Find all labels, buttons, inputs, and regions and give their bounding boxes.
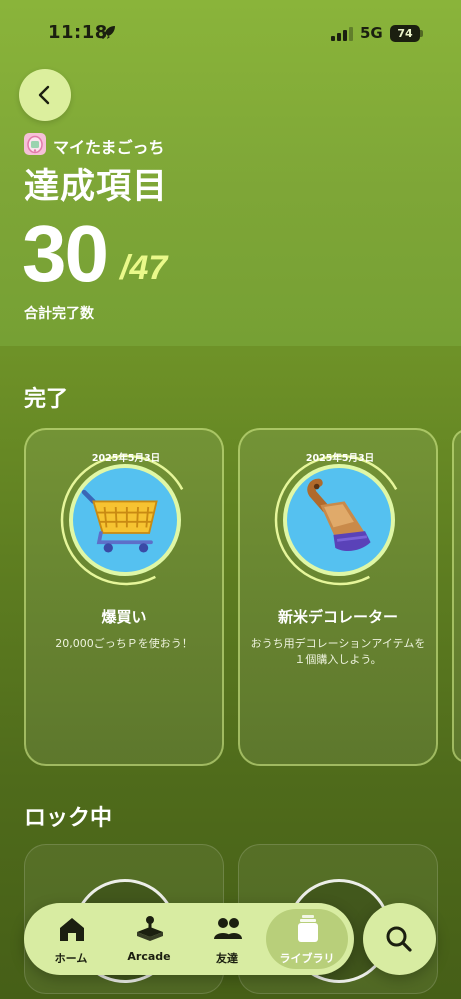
page-title: 達成項目 (24, 167, 169, 207)
tab-bar: ホーム Arcade 友達 ライブラリ (24, 903, 354, 975)
tab-friends[interactable]: 友達 (186, 909, 268, 969)
app-name: マイたまごっち (53, 138, 165, 157)
status-time: 11:18 (48, 22, 108, 43)
chevron-left-icon (38, 85, 50, 105)
tab-label: ホーム (54, 952, 88, 965)
friends-icon (214, 918, 242, 939)
completed-count: 30 (22, 209, 109, 298)
back-button[interactable] (19, 69, 71, 121)
achievement-card[interactable]: 2025年5月3日 新米デコレーター おうち用デコレーションアイテムを１個購入し… (238, 428, 438, 766)
tab-label: ライブラリ (279, 952, 335, 965)
achievements-screen: 11:18 5G 74 マイたまごっち 達成項目 30 /47 合計完了数 完了… (0, 0, 461, 999)
tamagotchi-app-icon (24, 133, 46, 155)
battery-icon: 74 (390, 25, 423, 42)
locked-section-title: ロック中 (24, 806, 113, 831)
achievement-title: 爆買い (101, 608, 147, 626)
search-button[interactable] (363, 903, 436, 975)
achievement-card-peek[interactable] (452, 429, 461, 763)
library-icon (298, 915, 318, 942)
tab-arcade[interactable]: Arcade (108, 909, 190, 969)
achievement-description: おうち用デコレーションアイテムを１個購入しよう。 (250, 637, 426, 666)
badge-ring (270, 450, 410, 590)
paintbrush-icon (283, 464, 395, 576)
search-icon (386, 926, 412, 952)
achievement-title: 新米デコレーター (277, 608, 398, 626)
completed-section-title: 完了 (24, 387, 69, 412)
cellular-signal-icon (331, 27, 353, 41)
achievement-date: 2025年5月3日 (305, 453, 375, 464)
achievement-card[interactable]: 2025年5月3日 爆買い 20,000ごっちＰを使おう！ (24, 428, 224, 766)
tab-home[interactable]: ホーム (30, 909, 112, 969)
network-type: 5G (360, 24, 383, 42)
achievement-date: 2025年5月3日 (91, 453, 161, 464)
completed-count-label: 合計完了数 (24, 306, 94, 322)
shopping-basket-icon (69, 464, 181, 576)
rocket-icon (102, 26, 115, 39)
battery-level: 74 (397, 27, 413, 40)
tab-label: 友達 (216, 952, 238, 965)
status-bar: 11:18 5G 74 (0, 0, 461, 60)
tab-library[interactable]: ライブラリ (266, 909, 348, 969)
tab-label: Arcade (127, 950, 171, 963)
home-icon (60, 918, 84, 941)
arcade-icon (137, 916, 163, 941)
achievement-description: 20,000ごっちＰを使おう！ (55, 637, 193, 650)
badge-ring (56, 450, 196, 590)
total-count: /47 (120, 249, 168, 287)
